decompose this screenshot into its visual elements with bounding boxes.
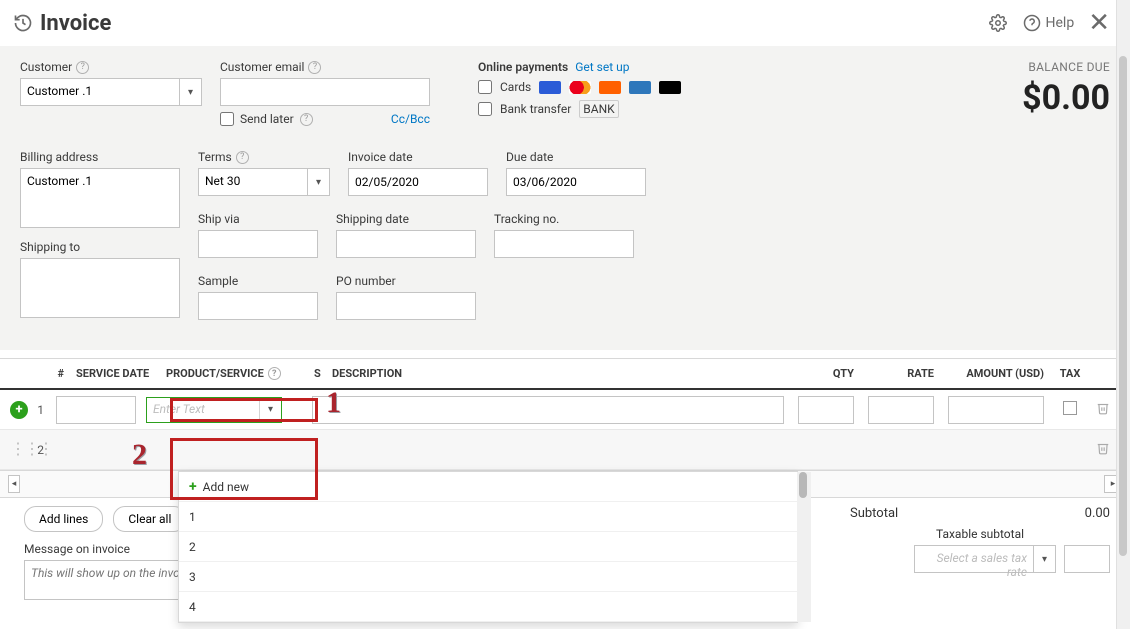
shipping-date-label: Shipping date — [336, 212, 409, 226]
dropdown-option[interactable]: 2 — [179, 532, 797, 562]
shipping-to-label: Shipping to — [20, 240, 80, 254]
due-date-input[interactable] — [506, 168, 646, 196]
dropdown-option[interactable]: 4 — [179, 592, 797, 622]
cards-checkbox[interactable] — [478, 80, 492, 94]
history-icon — [12, 12, 34, 34]
customer-select[interactable]: Customer .1 ▾ — [20, 78, 202, 106]
shipping-date-input[interactable] — [336, 230, 476, 258]
trash-icon[interactable] — [1090, 401, 1116, 418]
online-payments-label: Online payments — [478, 60, 568, 74]
help-icon[interactable]: ? — [76, 61, 89, 74]
send-later-checkbox[interactable] — [220, 112, 234, 126]
table-row: + 1 Enter Text ▾ — [0, 390, 1130, 430]
col-num: # — [44, 367, 70, 380]
chevron-down-icon: ▾ — [180, 78, 202, 106]
add-new-option[interactable]: +Add new — [179, 472, 797, 502]
col-qty: QTY — [790, 367, 860, 380]
amex-icon — [629, 81, 651, 94]
billing-address-input[interactable]: Customer .1 — [20, 168, 180, 228]
visa-icon — [539, 81, 561, 94]
plus-icon: + — [189, 479, 197, 495]
po-number-input[interactable] — [336, 292, 476, 320]
help-button[interactable]: Help — [1023, 14, 1075, 32]
help-icon[interactable]: ? — [268, 367, 281, 380]
add-lines-button[interactable]: Add lines — [24, 506, 103, 532]
po-number-label: PO number — [336, 274, 396, 288]
customer-label: Customer — [20, 60, 72, 74]
dropdown-scrollbar[interactable] — [797, 472, 811, 622]
balance-due-block: BALANCE DUE $0.00 — [1022, 60, 1110, 118]
ship-via-input[interactable] — [198, 230, 318, 258]
col-service-date: SERVICE DATE — [70, 367, 160, 380]
gear-icon[interactable] — [987, 12, 1009, 34]
sample-label: Sample — [198, 274, 238, 288]
amount-input[interactable] — [948, 396, 1044, 424]
description-input[interactable] — [312, 396, 784, 424]
terms-select[interactable]: Net 30▾ — [198, 168, 330, 196]
col-description: DESCRIPTION — [326, 367, 790, 380]
close-icon[interactable]: ✕ — [1088, 10, 1110, 36]
message-on-invoice-label: Message on invoice — [24, 542, 130, 556]
col-tax: TAX — [1050, 367, 1090, 380]
balance-due-amount: $0.00 — [1022, 78, 1110, 118]
taxable-subtotal-label: Taxable subtotal — [936, 527, 1024, 541]
product-service-dropdown: +Add new 1 2 3 4 — [178, 471, 798, 623]
dropdown-option[interactable]: 3 — [179, 562, 797, 592]
bank-transfer-checkbox[interactable] — [478, 102, 492, 116]
cc-bcc-link[interactable]: Cc/Bcc — [391, 112, 430, 126]
customer-email-input[interactable] — [220, 78, 430, 106]
qty-input[interactable] — [798, 396, 854, 424]
tax-amount-box[interactable] — [1064, 545, 1110, 573]
subtotal-value: 0.00 — [1085, 506, 1110, 521]
get-set-up-link[interactable]: Get set up — [575, 60, 629, 74]
chevron-down-icon: ▾ — [308, 168, 330, 196]
due-date-label: Due date — [506, 150, 553, 164]
col-product: PRODUCT/SERVICE? — [160, 367, 308, 380]
table-row: ⋮⋮⋮ 2 — [0, 430, 1130, 470]
product-service-combo[interactable]: Enter Text ▾ — [146, 397, 282, 423]
ship-via-label: Ship via — [198, 212, 240, 226]
col-s: S — [308, 367, 326, 380]
sample-input[interactable] — [198, 292, 318, 320]
scroll-left-icon[interactable]: ◂ — [8, 475, 20, 493]
page-title: Invoice — [40, 11, 111, 36]
cards-label: Cards — [500, 80, 531, 94]
tracking-no-input[interactable] — [494, 230, 634, 258]
rate-input[interactable] — [868, 396, 934, 424]
tax-checkbox[interactable] — [1063, 401, 1077, 415]
chevron-down-icon: ▾ — [1034, 545, 1056, 573]
row-num: 2 — [24, 443, 50, 457]
help-icon[interactable]: ? — [308, 61, 321, 74]
service-date-input[interactable] — [56, 396, 136, 424]
dropdown-option[interactable]: 1 — [179, 502, 797, 532]
invoice-date-label: Invoice date — [348, 150, 413, 164]
bank-transfer-label: Bank transfer — [500, 102, 571, 116]
shipping-to-input[interactable] — [20, 258, 180, 318]
help-icon[interactable]: ? — [300, 113, 313, 126]
sales-tax-rate-select[interactable]: Select a sales tax rate▾ — [914, 545, 1056, 573]
billing-address-label: Billing address — [20, 150, 98, 164]
chevron-down-icon: ▾ — [259, 398, 281, 422]
invoice-date-input[interactable] — [348, 168, 488, 196]
page-scrollbar[interactable] — [1116, 0, 1130, 629]
row-num: 1 — [24, 403, 50, 417]
bank-badge: BANK — [579, 100, 618, 118]
tracking-no-label: Tracking no. — [494, 212, 559, 226]
discover-icon — [599, 81, 621, 94]
apple-pay-icon — [659, 81, 681, 94]
balance-due-label: BALANCE DUE — [1022, 60, 1110, 74]
col-amount: AMOUNT (USD) — [940, 367, 1050, 380]
help-icon[interactable]: ? — [236, 151, 249, 164]
send-later-label: Send later — [240, 112, 294, 126]
subtotal-label: Subtotal — [850, 506, 898, 521]
customer-email-label: Customer email — [220, 60, 304, 74]
terms-label: Terms — [198, 150, 232, 164]
col-rate: RATE — [860, 367, 940, 380]
trash-icon[interactable] — [1090, 441, 1116, 458]
clear-all-button[interactable]: Clear all — [113, 506, 186, 532]
mastercard-icon — [569, 81, 591, 94]
